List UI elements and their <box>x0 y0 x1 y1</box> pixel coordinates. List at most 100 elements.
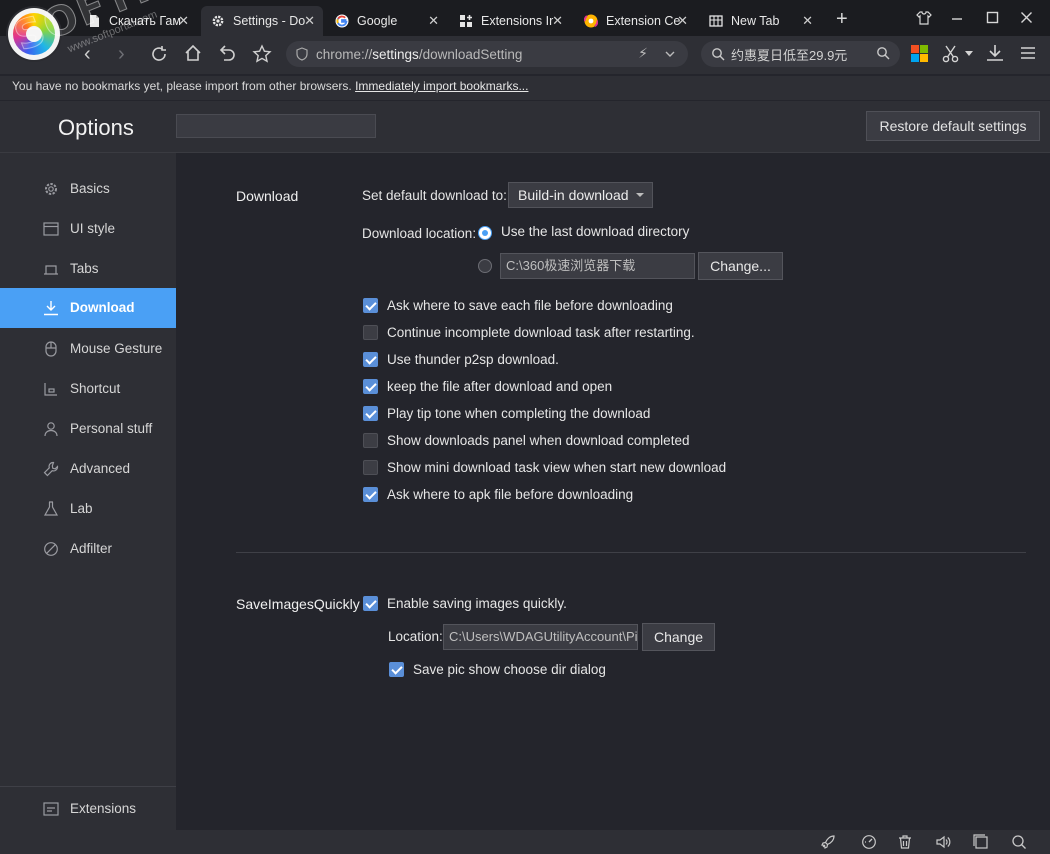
wrench-icon <box>43 461 59 477</box>
search-box[interactable]: 约惠夏日低至29.9元 <box>701 41 900 67</box>
window-close-icon[interactable] <box>1020 11 1033 24</box>
sidebar-item-mouse-gesture[interactable]: Mouse Gesture <box>0 329 176 369</box>
maximize-icon[interactable] <box>986 11 999 24</box>
zoom-icon[interactable] <box>1011 834 1027 850</box>
sidebar-item-basics[interactable]: Basics <box>0 169 176 209</box>
new-tab-button[interactable]: + <box>836 8 848 31</box>
checkbox-label: Ask where to save each file before downl… <box>387 298 673 313</box>
scissors-icon[interactable] <box>942 45 960 63</box>
checkbox-show-panel[interactable] <box>363 433 378 448</box>
checkbox-mini-view[interactable] <box>363 460 378 475</box>
close-icon[interactable]: ✕ <box>802 13 813 29</box>
browser-logo[interactable] <box>8 8 60 60</box>
radio-custom-directory[interactable] <box>478 259 492 273</box>
checkbox-thunder-p2sp[interactable] <box>363 352 378 367</box>
minimize-icon[interactable] <box>950 12 964 26</box>
checkbox-label: Show mini download task view when start … <box>387 460 727 475</box>
tab-3[interactable]: Extensions Ir ✕ <box>449 6 571 36</box>
sidebar-item-label: Mouse Gesture <box>70 341 163 356</box>
close-icon[interactable]: ✕ <box>677 13 688 29</box>
tab-2[interactable]: Google ✕ <box>325 6 447 36</box>
address-bar[interactable]: chrome://settings/downloadSetting ⚡ <box>286 41 688 67</box>
sidebar-item-adfilter[interactable]: Adfilter <box>0 529 176 569</box>
image-location-label: Location: <box>388 629 443 644</box>
extensions-icon <box>460 15 472 27</box>
lightning-icon[interactable]: ⚡ <box>638 45 648 62</box>
search-submit-icon[interactable] <box>876 46 890 60</box>
tab-title: Settings - Do <box>233 14 306 28</box>
tab-4[interactable]: Extension Ce ✕ <box>574 6 696 36</box>
change-image-location-button[interactable]: Change <box>642 623 715 651</box>
reload-icon[interactable] <box>150 45 168 63</box>
back-icon[interactable]: ‹ <box>84 41 91 67</box>
checkbox-label: keep the file after download and open <box>387 379 613 394</box>
restore-defaults-button[interactable]: Restore default settings <box>866 111 1040 141</box>
sidebar-item-personal-stuff[interactable]: Personal stuff <box>0 409 176 449</box>
close-icon[interactable]: ✕ <box>552 13 563 29</box>
radio-last-directory[interactable] <box>478 226 492 240</box>
close-icon[interactable]: ✕ <box>428 13 439 29</box>
chevron-down-icon[interactable] <box>664 48 676 60</box>
checkbox-apk-ask[interactable] <box>363 487 378 502</box>
settings-content: Download Set default download to: Build-… <box>176 153 1050 830</box>
radio-last-directory-label: Use the last download directory <box>501 224 690 239</box>
import-bookmarks-link[interactable]: Immediately import bookmarks... <box>355 79 528 93</box>
tab-1[interactable]: Settings - Do ✕ <box>201 6 323 36</box>
checkbox-choose-dir-dialog[interactable] <box>389 662 404 677</box>
tab-5[interactable]: New Tab ✕ <box>699 6 821 36</box>
status-bar <box>0 830 1050 854</box>
bookmarks-empty-message: You have no bookmarks yet, please import… <box>12 79 356 93</box>
apps-icon[interactable] <box>911 45 928 62</box>
checkbox-keep-file[interactable] <box>363 379 378 394</box>
gear-icon <box>212 15 224 27</box>
download-icon[interactable] <box>986 44 1004 62</box>
checkbox-continue-incomplete[interactable] <box>363 325 378 340</box>
checkbox-label: Enable saving images quickly. <box>387 596 567 611</box>
sidebar-item-tabs[interactable]: Tabs <box>0 249 176 289</box>
checkbox-enable-save-images[interactable] <box>363 596 378 611</box>
tab-0[interactable]: Скачать Гам ✕ <box>77 6 197 36</box>
window-icon[interactable] <box>973 834 989 850</box>
checkbox-tip-tone[interactable] <box>363 406 378 421</box>
person-icon <box>44 422 58 437</box>
download-section-title: Download <box>236 188 299 204</box>
options-search-input[interactable] <box>176 114 376 138</box>
skin-icon[interactable] <box>916 10 932 26</box>
checkbox-label: Ask where to apk file before downloading <box>387 487 634 502</box>
flask-icon <box>43 501 59 516</box>
checkbox-label: Show downloads panel when download compl… <box>387 433 690 448</box>
checkbox-label: Use thunder p2sp download. <box>387 352 559 367</box>
sidebar-item-label: Tabs <box>70 261 99 276</box>
sidebar-item-advanced[interactable]: Advanced <box>0 449 176 489</box>
tab-title: Скачать Гам <box>109 14 181 28</box>
sidebar-item-lab[interactable]: Lab <box>0 489 176 529</box>
home-icon[interactable] <box>184 44 202 62</box>
trash-icon[interactable] <box>897 834 913 850</box>
default-download-select[interactable]: Build-in download <box>508 182 653 208</box>
search-icon <box>712 48 725 61</box>
download-path-field[interactable]: C:\360极速浏览器下载 <box>500 253 695 279</box>
close-icon[interactable]: ✕ <box>178 13 189 29</box>
dropdown-arrow-icon[interactable] <box>965 51 973 57</box>
volume-icon[interactable] <box>935 834 951 850</box>
checkbox-label: Save pic show choose dir dialog <box>413 662 606 677</box>
menu-icon[interactable] <box>1020 46 1036 60</box>
image-location-field[interactable]: C:\Users\WDAGUtilityAccount\Pi <box>443 624 638 650</box>
change-path-button[interactable]: Change... <box>698 252 783 280</box>
close-icon[interactable]: ✕ <box>304 13 315 29</box>
undo-icon[interactable] <box>218 44 236 62</box>
download-location-label: Download location: <box>362 226 477 241</box>
checkbox-ask-save[interactable] <box>363 298 378 313</box>
tab-title: Extension Ce <box>606 14 681 28</box>
sidebar-item-extensions[interactable]: Extensions <box>0 789 176 829</box>
sidebar-item-label: Personal stuff <box>70 421 153 436</box>
speed-icon[interactable] <box>861 834 877 850</box>
sidebar-item-shortcut[interactable]: Shortcut <box>0 369 176 409</box>
bookmarks-bar: You have no bookmarks yet, please import… <box>0 76 1050 100</box>
rocket-icon[interactable] <box>820 834 836 850</box>
sidebar-item-ui-style[interactable]: UI style <box>0 209 176 249</box>
mouse-icon <box>45 341 57 357</box>
sidebar-item-label: Adfilter <box>70 541 113 556</box>
star-icon[interactable] <box>252 44 272 64</box>
sidebar-item-download[interactable]: Download <box>0 288 176 328</box>
